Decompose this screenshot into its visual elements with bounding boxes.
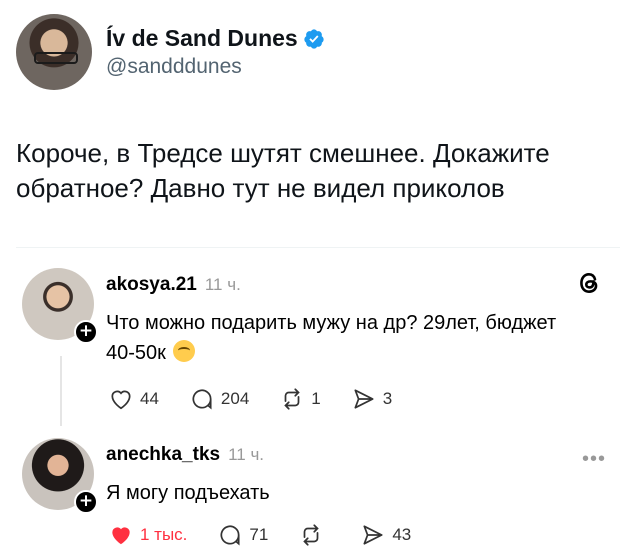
author-info: Ív de Sand Dunes @sandddunes: [106, 25, 325, 79]
comment-count: 71: [249, 525, 269, 544]
like-button[interactable]: 1 тыс.: [108, 522, 187, 548]
repost-icon: [284, 388, 301, 410]
upside-down-face-emoji-icon: [173, 340, 196, 362]
post-header: anechka_tks 11 ч.: [106, 444, 264, 466]
repost-button[interactable]: [298, 522, 330, 548]
comment-icon: [220, 525, 240, 546]
tweet-header: Ív de Sand Dunes @sandddunes: [16, 14, 325, 90]
follow-plus-icon[interactable]: +: [74, 320, 98, 344]
share-count: 43: [392, 525, 412, 544]
like-button[interactable]: 44: [108, 386, 159, 412]
repost-count: 1: [311, 389, 321, 408]
follow-plus-icon[interactable]: +: [74, 490, 98, 514]
threads-logo-icon: [580, 273, 598, 293]
author-avatar[interactable]: [16, 14, 92, 90]
author-name[interactable]: Ív de Sand Dunes: [106, 25, 298, 52]
post-actions: 44 204 1 3: [108, 386, 422, 412]
tweet-text: Короче, в Тредсе шутят смешнее. Докажите…: [16, 138, 550, 203]
comment-button[interactable]: 71: [217, 522, 268, 548]
timestamp: 11 ч.: [204, 275, 241, 294]
heart-filled-icon: [112, 527, 130, 545]
verified-badge-icon: [304, 28, 324, 49]
share-button[interactable]: 43: [360, 522, 411, 548]
comment-icon: [192, 389, 212, 410]
share-count: 3: [382, 389, 393, 408]
repost-button[interactable]: 1: [279, 386, 321, 412]
share-button[interactable]: 3: [351, 386, 392, 412]
author-name-row: Ív de Sand Dunes: [106, 25, 325, 52]
repost-icon: [303, 524, 320, 546]
thread-connector-line: [60, 356, 62, 426]
post-actions: 1 тыс. 71 43: [108, 522, 441, 548]
post-text: Что можно подарить мужу на др? 29лет, бю…: [106, 308, 586, 368]
send-icon: [363, 525, 383, 545]
comment-count: 204: [220, 389, 250, 408]
username[interactable]: akosya.21: [106, 274, 197, 296]
heart-icon: [111, 390, 131, 410]
author-handle[interactable]: @sandddunes: [106, 55, 325, 79]
more-options-icon[interactable]: •••: [582, 448, 606, 471]
like-count: 1 тыс.: [140, 525, 188, 544]
send-icon: [354, 389, 374, 409]
like-count: 44: [140, 389, 159, 408]
username[interactable]: anechka_tks: [106, 444, 220, 466]
comment-button[interactable]: 204: [189, 386, 249, 412]
post-header: akosya.21 11 ч.: [106, 274, 241, 296]
timestamp: 11 ч.: [228, 445, 265, 464]
divider: [16, 247, 620, 248]
post-text: Я могу подъехать: [106, 482, 270, 504]
